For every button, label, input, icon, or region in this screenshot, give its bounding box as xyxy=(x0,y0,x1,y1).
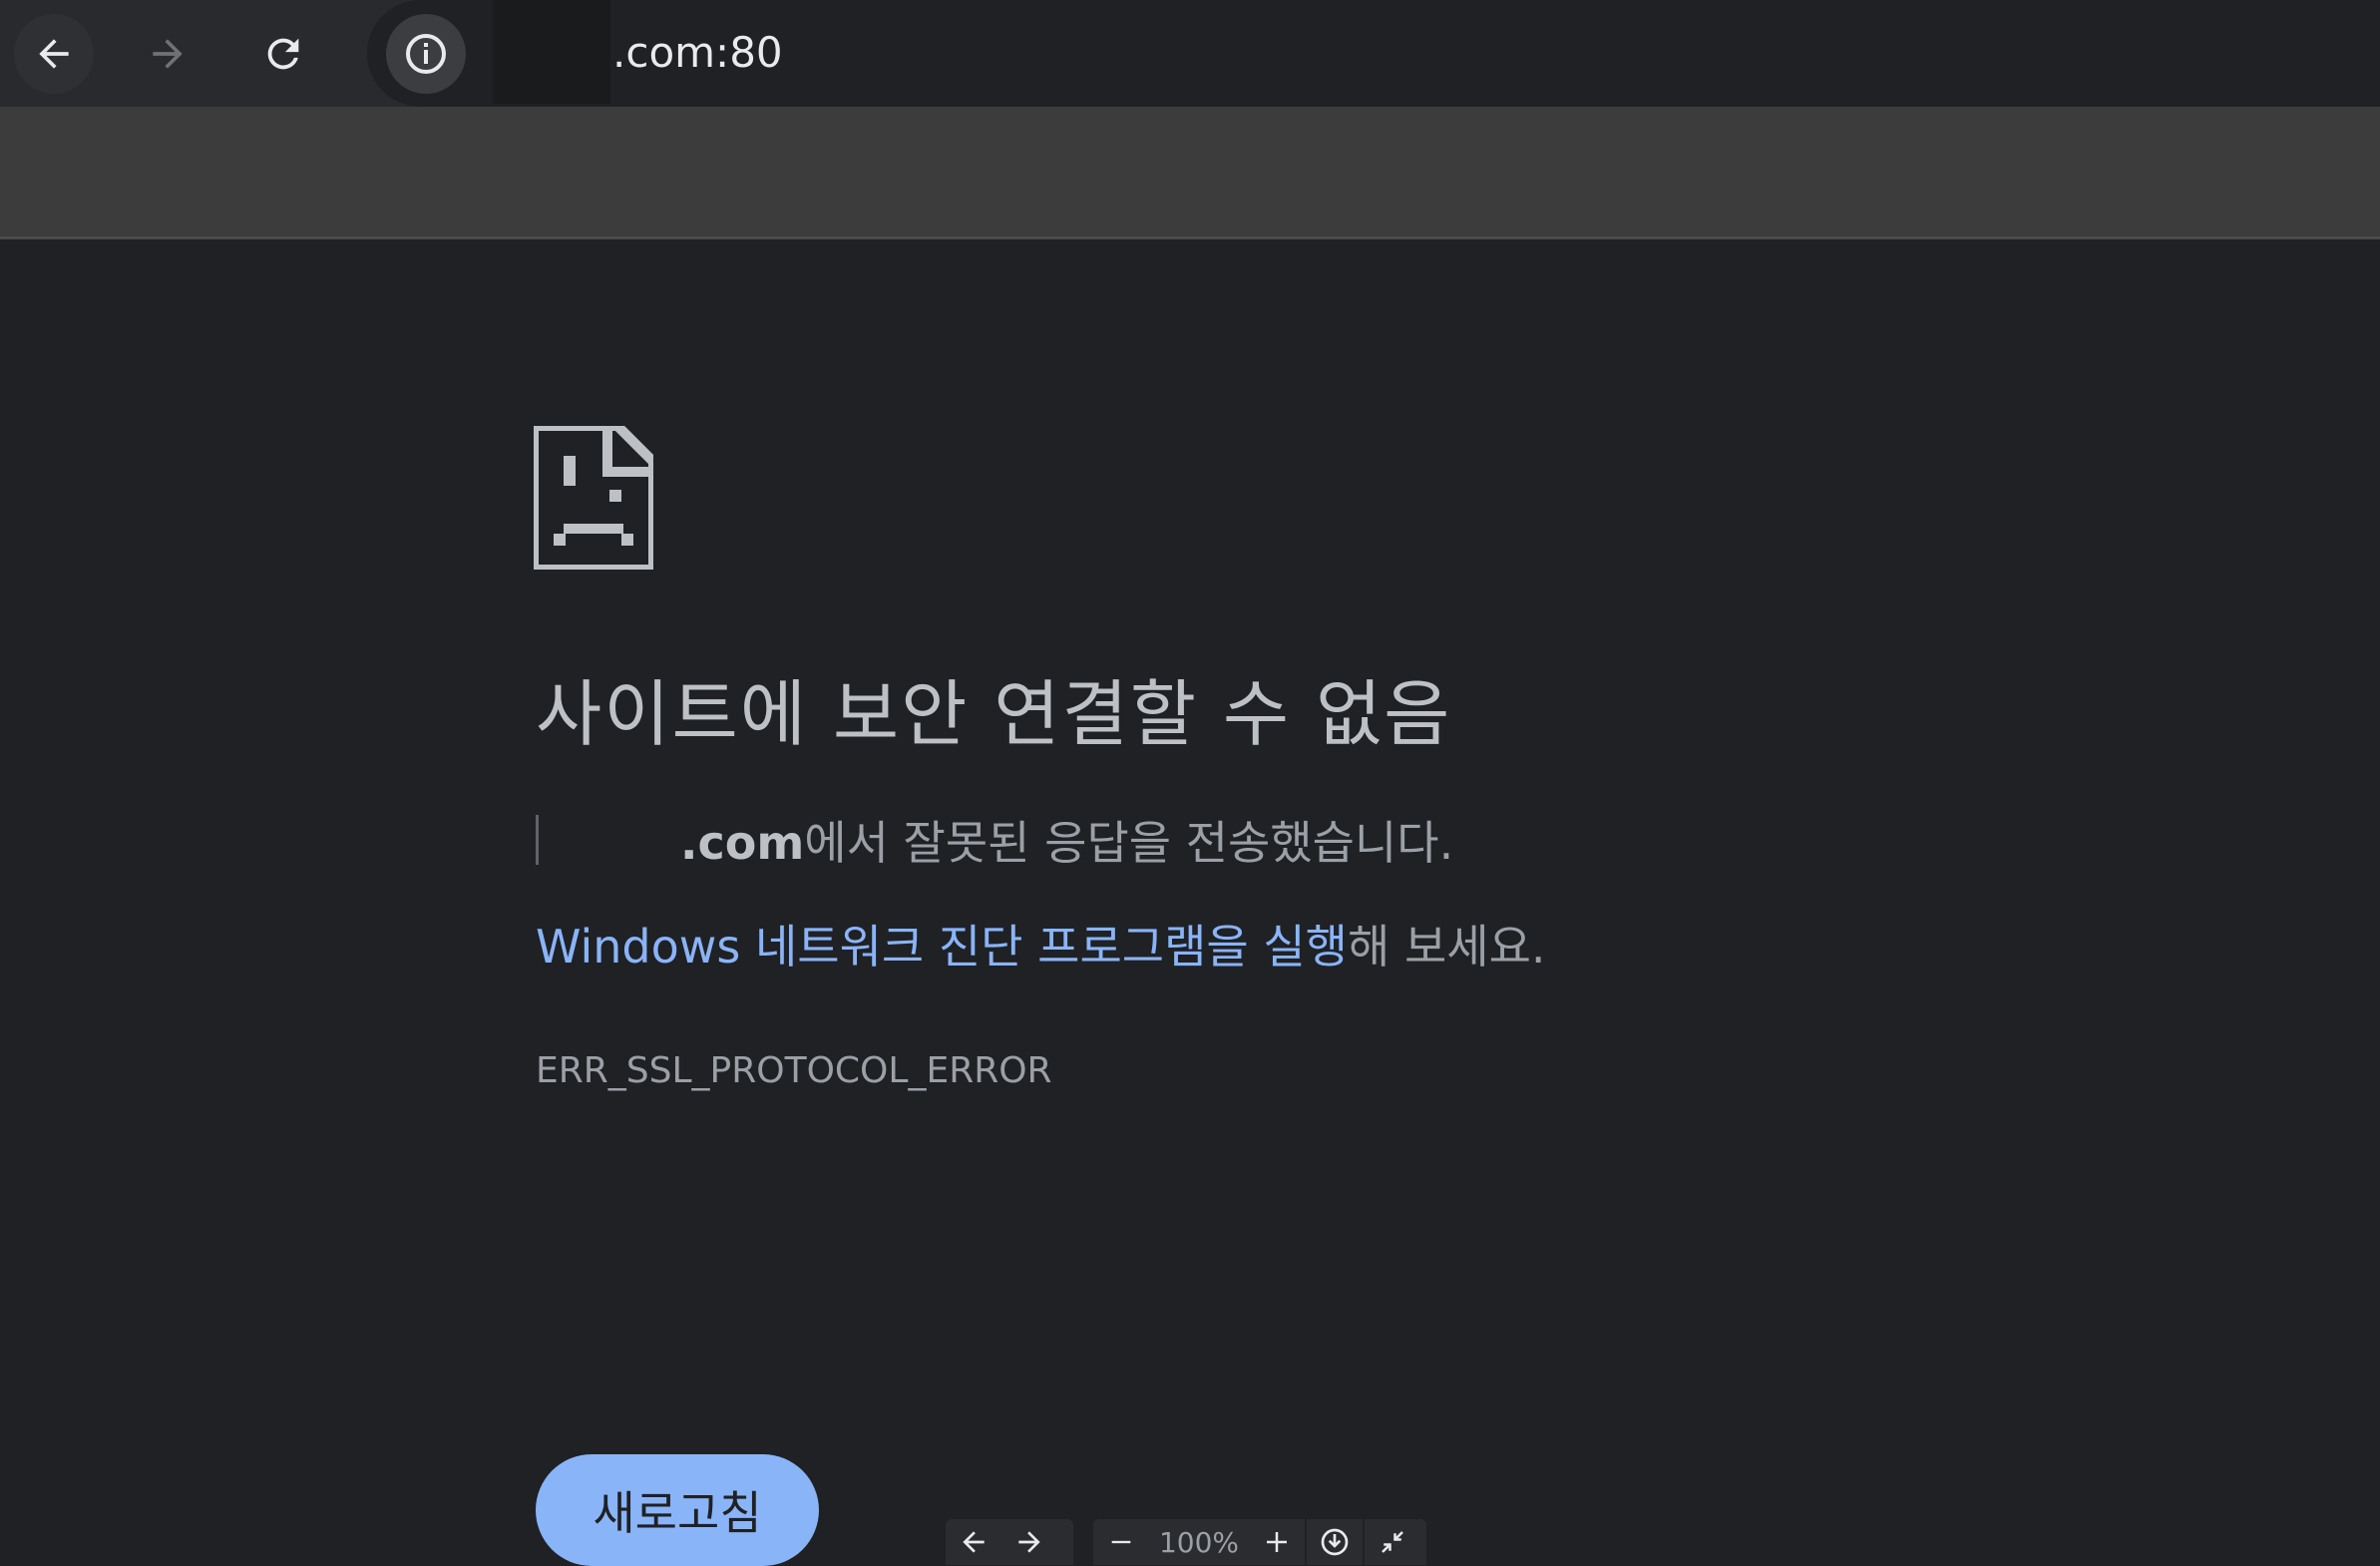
url-text[interactable]: .com:80 xyxy=(612,26,783,80)
zoom-out-button[interactable] xyxy=(1093,1519,1149,1565)
error-page-content xyxy=(0,239,2380,1565)
sad-document-icon xyxy=(534,426,653,570)
error-description: .com에서 잘못된 응답을 전송했습니다. xyxy=(536,812,1453,874)
reload-icon xyxy=(267,38,299,70)
minus-icon xyxy=(1111,1540,1131,1544)
error-code: ERR_SSL_PROTOCOL_ERROR xyxy=(536,1050,1052,1091)
zoom-in-button[interactable] xyxy=(1249,1519,1305,1565)
exit-fullscreen-button[interactable] xyxy=(1365,1519,1420,1565)
redacted-url-segment xyxy=(493,0,610,104)
info-icon xyxy=(406,34,446,74)
reload-button[interactable] xyxy=(243,14,323,94)
reload-page-button[interactable]: 새로고침 xyxy=(536,1454,819,1566)
zoom-level: 100% xyxy=(1158,1525,1240,1559)
history-controls xyxy=(946,1519,1073,1565)
forward-button[interactable] xyxy=(128,14,207,94)
zoom-controls: 100% xyxy=(1093,1519,1426,1565)
back-arrow-icon xyxy=(39,39,69,69)
mini-back-button[interactable] xyxy=(946,1519,1001,1565)
error-title: 사이트에 보안 연결할 수 없음 xyxy=(536,672,1452,756)
mini-forward-button[interactable] xyxy=(1001,1519,1057,1565)
error-suggestion: Windows 네트워크 진단 프로그램을 실행해 보세요. xyxy=(536,916,1546,978)
infobar-area xyxy=(0,107,2380,239)
plus-icon xyxy=(1267,1532,1287,1552)
error-domain: .com xyxy=(680,816,805,870)
right-arrow-icon xyxy=(1018,1531,1040,1553)
site-info-button[interactable] xyxy=(386,14,466,94)
download-button[interactable] xyxy=(1307,1519,1363,1565)
collapse-icon xyxy=(1382,1531,1403,1553)
back-button[interactable] xyxy=(14,14,94,94)
error-description-text: 에서 잘못된 응답을 전송했습니다. xyxy=(804,816,1454,870)
left-arrow-icon xyxy=(963,1531,985,1553)
redacted-domain xyxy=(536,815,680,865)
browser-toolbar: .com:80 xyxy=(0,0,2380,107)
suggestion-suffix: 해 보세요. xyxy=(1348,920,1546,974)
download-icon xyxy=(1321,1528,1349,1556)
network-diagnostics-link[interactable]: Windows 네트워크 진단 프로그램을 실행 xyxy=(536,920,1348,974)
forward-arrow-icon xyxy=(153,39,183,69)
